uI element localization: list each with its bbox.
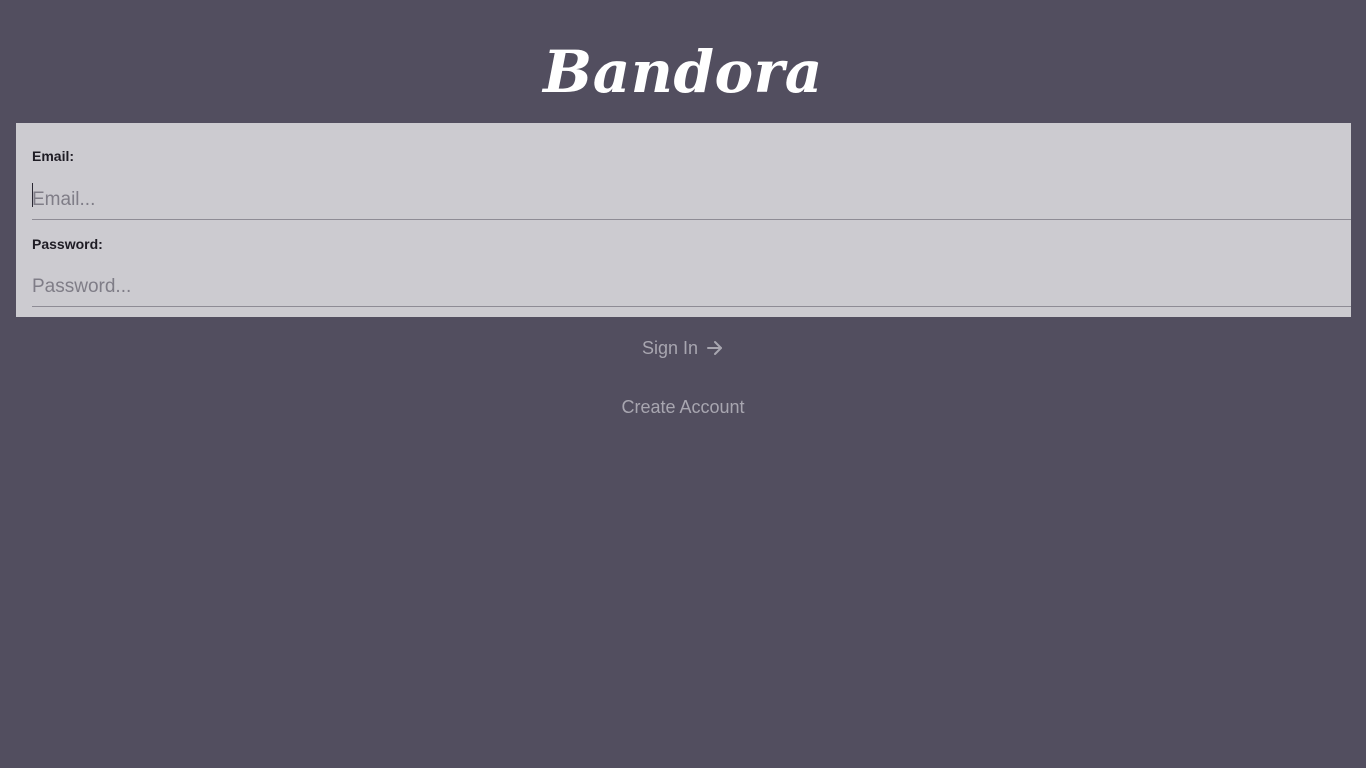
- password-label: Password:: [32, 236, 103, 252]
- email-field[interactable]: [32, 181, 1351, 220]
- sign-in-button[interactable]: Sign In: [633, 332, 733, 364]
- login-form-panel: Email: Password:: [16, 123, 1351, 317]
- sign-in-label: Sign In: [641, 337, 699, 358]
- password-field[interactable]: [32, 268, 1351, 307]
- email-label: Email:: [32, 148, 75, 164]
- app-logo: Bandora: [543, 38, 823, 106]
- login-page: Bandora Email: Password: Sign In Create …: [0, 0, 1366, 768]
- create-account-link[interactable]: Create Account: [583, 392, 783, 422]
- arrow-right-icon: [706, 339, 724, 357]
- text-caret: [32, 183, 33, 207]
